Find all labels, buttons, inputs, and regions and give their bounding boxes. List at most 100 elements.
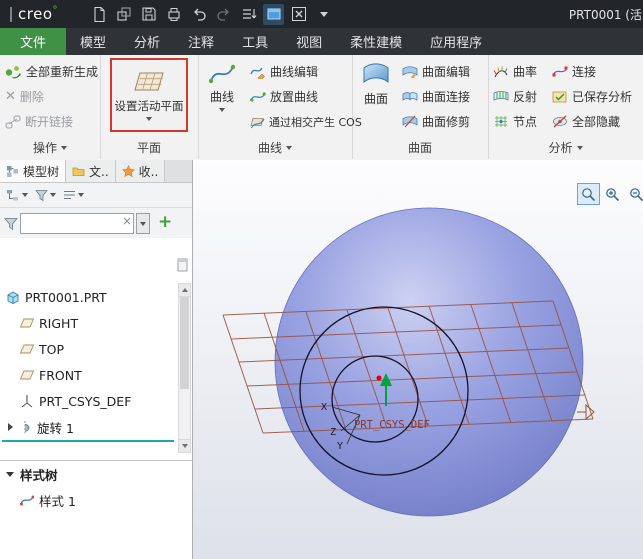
tree-settings-button[interactable] bbox=[61, 188, 86, 202]
group-surface: 曲面 曲面编辑 曲面连接 曲面修剪 曲面 bbox=[352, 55, 489, 159]
navigator-panel: 模型树 文.. 收.. × + PRT0001.PRT RIGHT TOP FR… bbox=[0, 160, 193, 559]
group-label-surface: 曲面 bbox=[407, 141, 432, 155]
delete-icon: ✕ bbox=[5, 89, 16, 104]
curve-button[interactable]: 曲线 bbox=[201, 61, 243, 112]
tab-tools[interactable]: 工具 bbox=[228, 28, 282, 55]
hide-all-icon bbox=[553, 115, 567, 128]
graphics-area[interactable]: X Z Y PRT_CSYS_DEF bbox=[193, 160, 643, 559]
group-label-analysis[interactable]: 分析 bbox=[488, 139, 643, 156]
group-label-operations[interactable]: 操作 bbox=[0, 139, 100, 156]
tab-folder-browser[interactable]: 文.. bbox=[66, 160, 116, 182]
group-analysis: 曲率 反射 节点 连接 已保存分析 全部隐藏 分析 bbox=[488, 55, 643, 159]
style-tree-section: 样式树 样式 1 bbox=[0, 460, 192, 513]
reflection-icon bbox=[493, 91, 509, 101]
open-file-button[interactable] bbox=[113, 4, 134, 25]
zoom-in-button[interactable] bbox=[601, 183, 624, 205]
zoom-window-button[interactable] bbox=[577, 183, 600, 205]
style-tree-item[interactable]: 样式 1 bbox=[0, 487, 192, 513]
scroll-down-button[interactable] bbox=[179, 439, 190, 452]
redo-button[interactable] bbox=[213, 4, 234, 25]
csys-label: PRT_CSYS_DEF bbox=[354, 419, 430, 431]
tree-settings-icon bbox=[64, 190, 75, 200]
part-icon bbox=[7, 291, 19, 304]
tab-favorites[interactable]: 收.. bbox=[115, 160, 166, 182]
tab-annotate[interactable]: 注释 bbox=[174, 28, 228, 55]
tree-filter-row: × + bbox=[0, 208, 192, 241]
add-filter-button[interactable]: + bbox=[158, 211, 172, 235]
connect-analysis-button[interactable]: 连接 bbox=[552, 63, 596, 80]
zoom-out-button[interactable] bbox=[625, 183, 643, 205]
axis-label-x: X bbox=[321, 402, 327, 413]
break-link-button[interactable]: 断开链接 bbox=[5, 113, 73, 130]
tree-filters-button[interactable] bbox=[33, 188, 58, 203]
scroll-up-button[interactable] bbox=[179, 284, 190, 297]
node-button[interactable]: 节点 bbox=[493, 113, 537, 130]
cos-icon bbox=[250, 117, 265, 128]
surface-connect-button[interactable]: 曲面连接 bbox=[402, 88, 470, 105]
tree-search-input[interactable] bbox=[20, 213, 134, 234]
origin-point bbox=[376, 375, 382, 381]
tab-file[interactable]: 文件 bbox=[0, 28, 67, 55]
regenerate-list-button[interactable] bbox=[238, 4, 259, 25]
curve-edit-button[interactable]: 曲线编辑 bbox=[250, 63, 318, 80]
print-button[interactable] bbox=[163, 4, 184, 25]
new-file-button[interactable] bbox=[88, 4, 109, 25]
tree-item-top[interactable]: TOP bbox=[0, 336, 192, 362]
surface-button[interactable]: 曲面 bbox=[356, 61, 396, 107]
datum-plane-icon bbox=[20, 370, 34, 380]
group-label-curve[interactable]: 曲线 bbox=[198, 139, 352, 156]
close-window-button[interactable] bbox=[288, 4, 309, 25]
expand-icon[interactable] bbox=[8, 423, 13, 431]
undo-button[interactable] bbox=[188, 4, 209, 25]
tree-item-csys[interactable]: PRT_CSYS_DEF bbox=[0, 388, 192, 414]
style-tree-header[interactable]: 样式树 bbox=[0, 461, 192, 487]
search-options-dropdown[interactable] bbox=[136, 213, 150, 234]
clear-search-icon[interactable]: × bbox=[122, 215, 132, 227]
caret-down-icon bbox=[50, 193, 56, 197]
toolbar-dropdown-icon[interactable] bbox=[313, 4, 334, 25]
saved-analysis-button[interactable]: 已保存分析 bbox=[552, 88, 632, 105]
tree-item-revolve[interactable]: 旋转 1 bbox=[0, 414, 192, 440]
scrollbar-thumb[interactable] bbox=[180, 297, 189, 389]
tab-applications[interactable]: 应用程序 bbox=[416, 28, 496, 55]
tree-display-button[interactable] bbox=[4, 188, 30, 203]
tab-model-tree[interactable]: 模型树 bbox=[0, 160, 67, 182]
curvature-button[interactable]: 曲率 bbox=[493, 63, 537, 80]
axis-label-z: Z bbox=[330, 427, 336, 438]
detach-panel-icon[interactable] bbox=[177, 258, 188, 272]
delete-button[interactable]: ✕ 删除 bbox=[5, 88, 44, 105]
tab-view[interactable]: 视图 bbox=[282, 28, 336, 55]
tree-item-part[interactable]: PRT0001.PRT bbox=[0, 284, 192, 310]
saved-analysis-icon bbox=[552, 91, 567, 103]
folder-icon bbox=[72, 167, 85, 176]
group-operations: 全部重新生成 ✕ 删除 断开链接 操作 bbox=[0, 55, 101, 159]
model-tree-scrollbar[interactable] bbox=[178, 283, 191, 453]
surface-edit-button[interactable]: 曲面编辑 bbox=[402, 63, 470, 80]
surface-trim-button[interactable]: 曲面修剪 bbox=[402, 113, 470, 130]
curve-edit-icon bbox=[250, 67, 265, 79]
collapse-icon bbox=[6, 471, 14, 477]
active-plane-icon bbox=[134, 72, 164, 90]
tab-model[interactable]: 模型 bbox=[66, 28, 120, 55]
sphere-model[interactable] bbox=[274, 207, 584, 517]
regenerate-all-button[interactable]: 全部重新生成 bbox=[4, 63, 98, 80]
hide-all-button[interactable]: 全部隐藏 bbox=[552, 113, 620, 130]
reflection-button[interactable]: 反射 bbox=[493, 88, 537, 105]
set-active-plane-button[interactable]: 设置活动平面 bbox=[110, 58, 188, 132]
model-tree-icon bbox=[7, 165, 18, 177]
datum-plane-icon bbox=[20, 344, 34, 354]
curve-icon bbox=[209, 64, 235, 84]
revolve-icon bbox=[24, 421, 30, 433]
cos-curve-button[interactable]: 通过相交产生 COS bbox=[250, 114, 362, 130]
tab-analysis[interactable]: 分析 bbox=[120, 28, 174, 55]
tab-flexible-modeling[interactable]: 柔性建模 bbox=[336, 28, 416, 55]
caret-down-icon bbox=[286, 145, 292, 150]
place-curve-button[interactable]: 放置曲线 bbox=[250, 88, 318, 105]
caret-down-icon bbox=[61, 145, 67, 150]
save-button[interactable] bbox=[138, 4, 159, 25]
tree-item-front[interactable]: FRONT bbox=[0, 362, 192, 388]
window-button[interactable] bbox=[263, 3, 284, 25]
caret-down-icon bbox=[146, 116, 152, 121]
insert-locator[interactable] bbox=[2, 440, 174, 442]
tree-item-right[interactable]: RIGHT bbox=[0, 310, 192, 336]
